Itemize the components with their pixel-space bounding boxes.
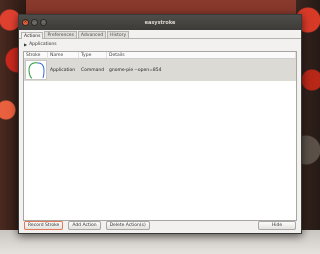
stroke-gesture-icon	[25, 60, 47, 80]
actions-list[interactable]: Stroke Name Type Details Application Com…	[23, 51, 297, 221]
table-row[interactable]: Application Command gnome-pie --open=854	[24, 59, 296, 81]
expander-label: Applications	[29, 42, 57, 47]
action-name: Application	[50, 67, 76, 73]
applications-expander[interactable]: ▶ Applications	[21, 40, 299, 49]
maximize-icon: □	[41, 19, 46, 25]
titlebar[interactable]: × – □ easystroke	[19, 15, 301, 30]
maximize-button[interactable]: □	[40, 19, 47, 26]
minimize-button[interactable]: –	[31, 19, 38, 26]
action-buttons-bar: Record Stroke Add Action Delete Action(s…	[21, 219, 299, 231]
actions-panel: ▶ Applications Stroke Name Type Details	[21, 40, 299, 231]
easystroke-window: × – □ easystroke Actions Preferences Adv…	[18, 14, 302, 234]
close-icon: ×	[23, 19, 28, 25]
column-header-name[interactable]: Name	[48, 52, 79, 58]
triangle-right-icon: ▶	[24, 42, 28, 47]
tab-preferences[interactable]: Preferences	[44, 31, 77, 38]
window-title: easystroke	[144, 19, 176, 26]
hide-button[interactable]: Hide	[258, 220, 296, 230]
action-details: gnome-pie --open=854	[109, 67, 162, 73]
stroke-cell	[24, 59, 48, 81]
tab-actions[interactable]: Actions	[21, 32, 44, 39]
minimize-icon: –	[33, 19, 36, 25]
close-button[interactable]: ×	[22, 19, 29, 26]
column-header-type[interactable]: Type	[79, 52, 107, 58]
column-header-details[interactable]: Details	[107, 52, 296, 58]
table-header: Stroke Name Type Details	[24, 52, 296, 59]
record-stroke-button[interactable]: Record Stroke	[24, 220, 64, 230]
tab-advanced[interactable]: Advanced	[77, 31, 107, 38]
delete-action-button[interactable]: Delete Action(s)	[105, 220, 150, 230]
action-type: Command	[81, 67, 105, 73]
add-action-button[interactable]: Add Action	[68, 220, 101, 230]
tab-bar: Actions Preferences Advanced History	[19, 30, 301, 39]
window-controls: × – □	[22, 19, 47, 26]
column-header-stroke[interactable]: Stroke	[24, 52, 48, 59]
tab-history[interactable]: History	[107, 31, 130, 38]
